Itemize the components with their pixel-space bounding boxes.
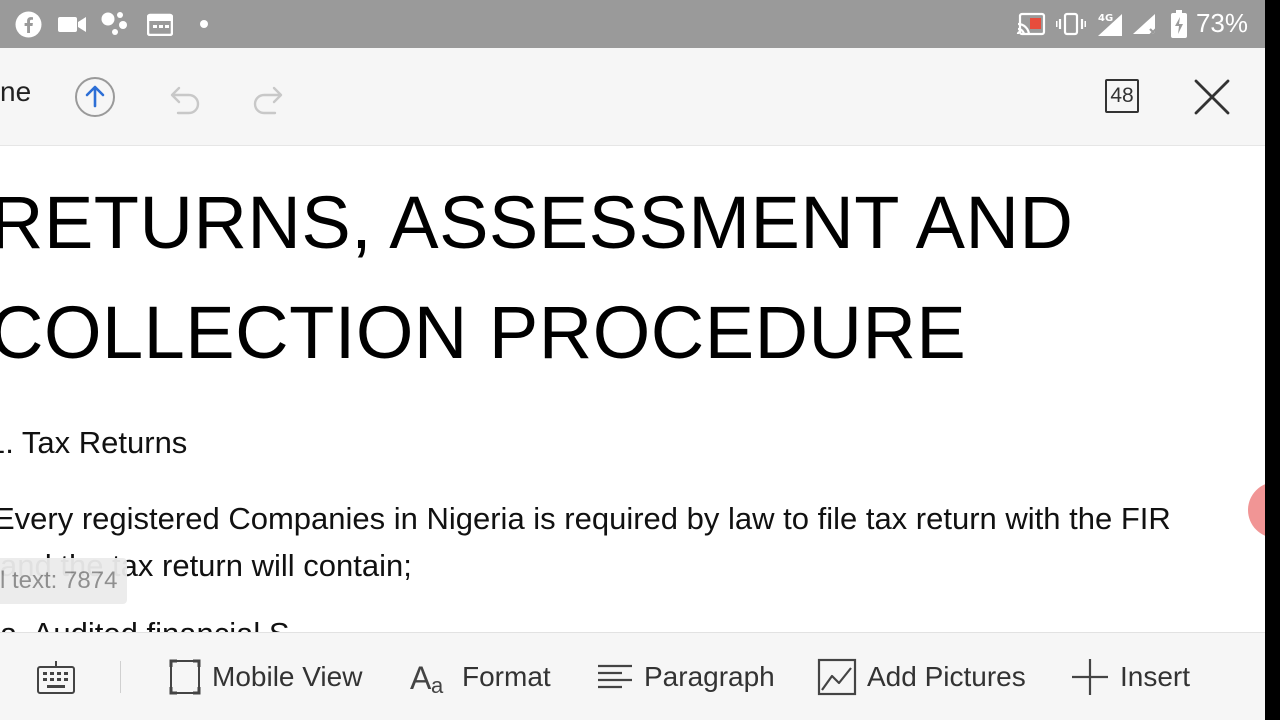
upload-arrow-icon — [75, 77, 115, 117]
insert-label: Insert — [1120, 661, 1191, 692]
format-icon: Aa — [410, 660, 444, 695]
mobile-view-icon — [169, 659, 201, 695]
svg-text:a: a — [431, 673, 444, 695]
battery-percent: 73% — [1195, 8, 1248, 38]
bottom-toolbar: Mobile View Aa Format Paragraph Add Pict… — [0, 632, 1265, 720]
document-canvas[interactable]: RETURNS, ASSESSMENT AND COLLECTION PROCE… — [0, 146, 1265, 632]
insert-button[interactable]: Insert — [1070, 633, 1190, 720]
close-icon — [1194, 79, 1230, 115]
svg-text:A: A — [410, 660, 432, 695]
word-count-tooltip: l text: 7874 — [0, 558, 128, 604]
format-button[interactable]: Aa Format — [410, 633, 551, 720]
signal-4g-icon: 4G — [1094, 0, 1124, 48]
add-pictures-button[interactable]: Add Pictures — [817, 633, 1026, 720]
status-bar: 4G 73% — [0, 0, 1265, 48]
section-heading: 1. Tax Returns — [0, 425, 188, 460]
home-button-label[interactable]: ne — [0, 78, 31, 106]
page-count-button[interactable]: 48 — [1105, 79, 1139, 113]
battery-icon — [1168, 0, 1190, 48]
vibrate-icon — [1056, 0, 1086, 48]
mobile-view-label: Mobile View — [212, 661, 363, 692]
video-icon — [57, 0, 87, 48]
paragraph-icon — [598, 664, 632, 689]
undo-icon — [170, 86, 200, 115]
upload-button[interactable] — [73, 75, 117, 119]
paragraph-label: Paragraph — [644, 661, 775, 692]
list-item: a. Audited financial S — [0, 616, 290, 632]
undo-button[interactable] — [163, 77, 203, 117]
toolbar-divider — [120, 661, 121, 693]
assistant-icon — [100, 0, 130, 48]
redo-button[interactable] — [250, 77, 290, 117]
plus-icon — [1072, 659, 1108, 695]
floating-assistant-button[interactable] — [1248, 482, 1265, 538]
svg-text:4G: 4G — [1098, 13, 1113, 24]
paragraph-line: Every registered Companies in Nigeria is… — [0, 501, 1171, 536]
keyboard-icon — [37, 661, 75, 694]
keyboard-button[interactable] — [36, 633, 86, 720]
app-screen: 4G 73% ne 48 RETURNS, ASSESSMENT AND COL… — [0, 0, 1265, 720]
format-label: Format — [462, 661, 551, 692]
facebook-icon — [14, 0, 42, 48]
cast-icon — [1015, 0, 1047, 48]
close-button[interactable] — [1191, 76, 1233, 118]
signal-icon — [1129, 0, 1159, 48]
paragraph-button[interactable]: Paragraph — [596, 633, 775, 720]
document-title-line-2: COLLECTION PROCEDURE — [0, 291, 967, 374]
document-title-line-1: RETURNS, ASSESSMENT AND — [0, 181, 1074, 264]
redo-icon — [253, 86, 283, 115]
picture-icon — [817, 658, 857, 696]
calendar-icon — [146, 0, 174, 48]
mobile-view-button[interactable]: Mobile View — [168, 633, 362, 720]
add-pictures-label: Add Pictures — [867, 661, 1026, 692]
dot-icon — [198, 0, 210, 48]
